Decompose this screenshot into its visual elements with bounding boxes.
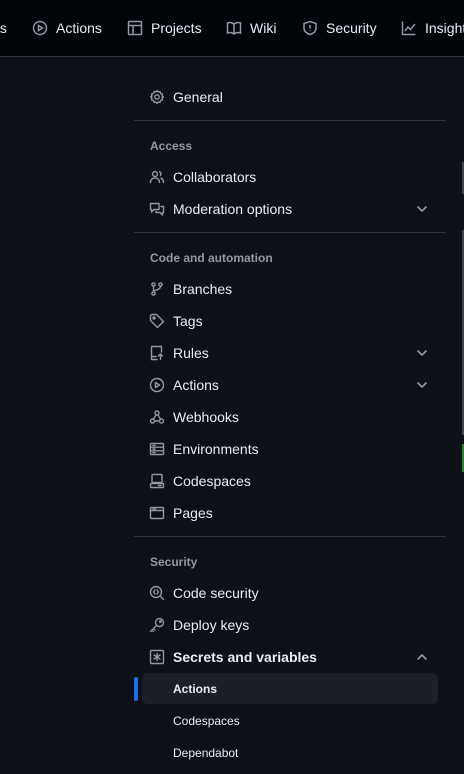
graph-icon	[401, 21, 416, 36]
sidebar-item-code-security[interactable]: Code security	[134, 577, 446, 609]
section-heading-access: Access	[150, 139, 193, 153]
tab-wiki[interactable]: Wiki	[226, 0, 276, 56]
table-icon	[127, 20, 143, 36]
codespaces-icon	[149, 473, 165, 489]
comment-discussion-icon	[149, 201, 165, 217]
sidebar-item-collaborators[interactable]: Collaborators	[134, 161, 446, 193]
server-icon	[149, 441, 165, 457]
sidebar-subitem-actions[interactable]: Actions	[142, 673, 438, 704]
chevron-up-icon[interactable]	[414, 649, 430, 665]
sidebar-item-actions[interactable]: Actions	[134, 369, 446, 401]
sidebar-item-webhooks[interactable]: Webhooks	[134, 401, 446, 433]
webhook-icon	[149, 409, 165, 425]
active-indicator	[134, 677, 138, 701]
people-icon	[149, 169, 165, 185]
sidebar-item-moderation[interactable]: Moderation options	[134, 193, 446, 225]
key-icon	[149, 617, 165, 633]
divider	[134, 120, 446, 121]
sidebar-item-label: Environments	[173, 441, 259, 457]
tab-security[interactable]: Security	[302, 0, 377, 56]
section-heading-code-automation: Code and automation	[150, 251, 273, 265]
sidebar-item-label: Actions	[173, 377, 219, 393]
play-icon	[149, 377, 165, 393]
sidebar-item-rules[interactable]: Rules	[134, 337, 446, 369]
asterisk-icon	[149, 649, 165, 665]
sidebar-item-label: Moderation options	[173, 201, 293, 217]
gear-icon	[149, 89, 165, 105]
codescan-icon	[149, 585, 165, 601]
sidebar-item-label: Codespaces	[173, 473, 251, 489]
shield-icon	[303, 20, 317, 36]
chevron-down-icon[interactable]	[414, 377, 430, 393]
divider	[134, 536, 446, 537]
sidebar-item-label: Webhooks	[173, 409, 239, 425]
sidebar-item-general[interactable]: General	[134, 81, 446, 113]
sidebar-item-pages[interactable]: Pages	[134, 497, 446, 529]
tab-insights[interactable]: Insights	[401, 0, 464, 56]
sidebar-item-label: Rules	[173, 345, 209, 361]
sidebar-item-branches[interactable]: Branches	[134, 273, 446, 305]
chevron-down-icon[interactable]	[414, 345, 430, 361]
divider	[134, 232, 446, 233]
sidebar-item-label: Secrets and variables	[173, 649, 317, 665]
sidebar-item-label: Pages	[173, 505, 213, 521]
sidebar-item-codespaces[interactable]: Codespaces	[134, 465, 446, 497]
git-branch-icon	[149, 281, 165, 297]
sidebar-item-environments[interactable]: Environments	[134, 433, 446, 465]
sidebar-subitem-codespaces[interactable]: Codespaces	[142, 705, 438, 736]
play-icon	[32, 20, 48, 36]
sidebar-item-label: Branches	[173, 281, 233, 297]
sidebar-item-label: Collaborators	[173, 169, 257, 185]
tab-projects[interactable]: Projects	[127, 0, 202, 56]
sidebar-item-label: General	[173, 89, 223, 105]
sidebar-item-secrets-and-variables[interactable]: Secrets and variables	[134, 641, 446, 673]
book-icon	[226, 21, 242, 35]
sidebar-item-tags[interactable]: Tags	[134, 305, 446, 337]
tab-actions[interactable]: Actions	[32, 0, 102, 56]
sidebar-subitem-dependabot[interactable]: Dependabot	[142, 737, 438, 768]
repo-push-icon	[149, 345, 165, 361]
tag-icon	[149, 313, 165, 329]
sidebar-item-label: Code security	[173, 585, 259, 601]
repo-top-nav: ts Actions Projects Wiki Security Insigh…	[0, 0, 464, 57]
section-heading-security: Security	[150, 555, 198, 569]
sidebar-item-label: Deploy keys	[173, 617, 250, 633]
sidebar-item-deploy-keys[interactable]: Deploy keys	[134, 609, 446, 641]
tab-code[interactable]: ts	[0, 0, 7, 56]
sidebar-item-label: Tags	[173, 313, 203, 329]
chevron-down-icon[interactable]	[414, 201, 430, 217]
browser-icon	[149, 505, 165, 521]
